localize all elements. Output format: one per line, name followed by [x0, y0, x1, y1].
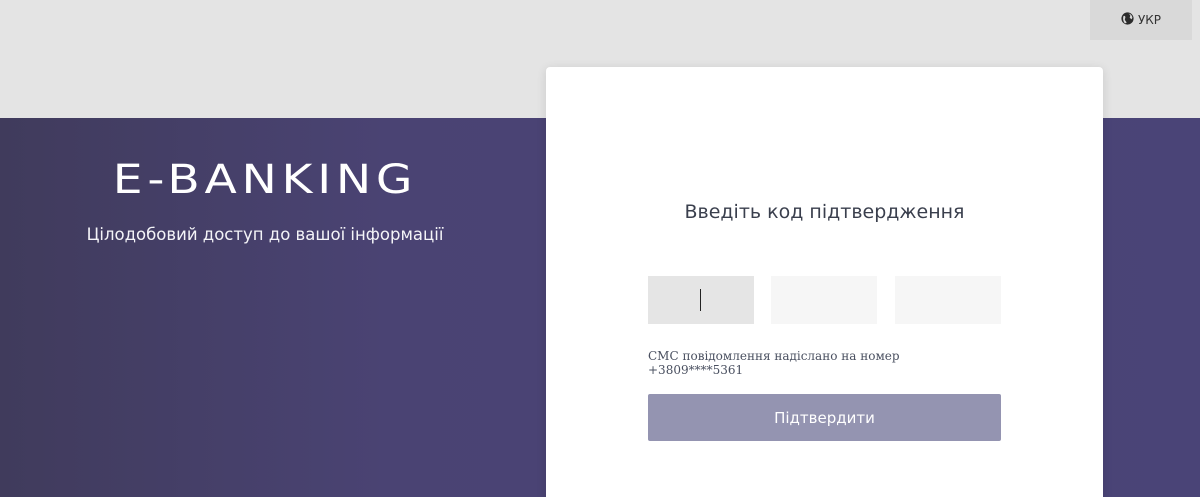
brand-title: E-BANKING [112, 157, 418, 203]
confirm-button[interactable]: Підтвердити [648, 394, 1001, 441]
code-input-1[interactable] [648, 276, 754, 324]
globe-icon [1121, 12, 1134, 28]
sms-note: СМС повідомлення надіслано на номер +380… [648, 349, 948, 377]
language-switch-button[interactable]: УКР [1090, 0, 1192, 40]
verification-title: Введіть код підтвердження [684, 201, 965, 223]
text-caret [700, 289, 701, 311]
brand-block: E-BANKING Цілодобовий доступ до вашої ін… [0, 157, 530, 244]
sms-note-text: СМС повідомлення надіслано на номер [648, 349, 900, 363]
code-input-2[interactable] [771, 276, 877, 324]
masked-phone-number: +3809****5361 [648, 363, 744, 377]
language-label: УКР [1137, 13, 1162, 27]
brand-subtitle: Цілодобовий доступ до вашої інформації [86, 225, 444, 244]
code-input-3[interactable] [895, 276, 1001, 324]
verification-card: Введіть код підтвердження СМС повідомлен… [546, 67, 1103, 497]
